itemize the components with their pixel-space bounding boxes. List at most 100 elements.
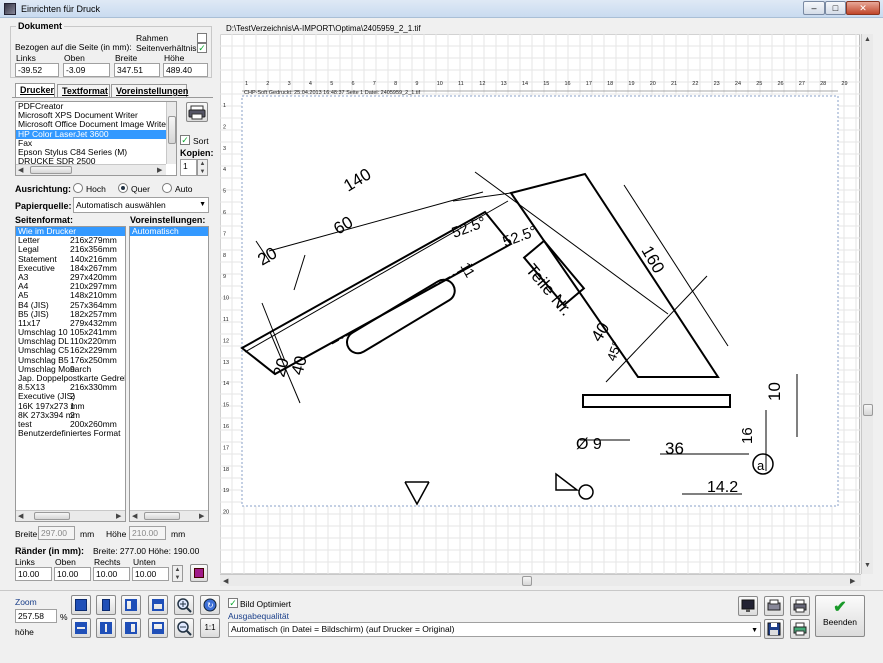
raender-spinner[interactable]: ▲ ▼	[172, 565, 183, 582]
fit-side-icon	[100, 622, 112, 634]
papierquelle-select[interactable]: Automatisch auswählen ▼	[73, 197, 209, 213]
radio-hoch[interactable]	[73, 183, 83, 193]
fit-width-button[interactable]	[96, 595, 116, 615]
format-name: Benutzerdefiniertes Format	[18, 428, 121, 439]
ausgabe-select[interactable]: Automatisch (in Datei = Bildschirm) (auf…	[228, 622, 761, 637]
zoom-out-button[interactable]	[174, 618, 194, 638]
fit-page-button[interactable]	[71, 595, 91, 615]
screen-button[interactable]	[738, 596, 758, 616]
page-breite-field[interactable]: 297.00	[38, 526, 75, 540]
fit-height-button[interactable]	[71, 618, 91, 638]
links-field[interactable]: -39.52	[15, 63, 59, 77]
rotate-button[interactable]: ↻	[200, 595, 220, 615]
save-button[interactable]	[764, 619, 784, 639]
kopien-spinner[interactable]: ▲ ▼	[197, 159, 208, 176]
scroll-left-icon[interactable]: ◀	[18, 166, 23, 174]
ruler-top-tick: 26	[778, 81, 784, 87]
breite-field[interactable]: 347.51	[114, 63, 160, 77]
preview-vscroll[interactable]: ▲ ▼	[861, 34, 873, 574]
tab-voreinstellungen[interactable]: Voreinstellungen	[111, 84, 188, 98]
ruler-left-tick: 14	[223, 381, 229, 387]
fit-left-button[interactable]	[121, 595, 141, 615]
ruler-top-tick: 19	[628, 81, 634, 87]
minimize-button[interactable]: –	[803, 1, 825, 15]
ruler-top-tick: 17	[586, 81, 592, 87]
zoom-field[interactable]: 257.58	[15, 609, 57, 623]
scan-button[interactable]	[764, 596, 784, 616]
preview-vthumb[interactable]	[863, 404, 873, 416]
hoehe-field[interactable]: 489.40	[163, 63, 208, 77]
fit-side-button[interactable]	[96, 618, 116, 638]
voreinstellungen-hthumb[interactable]	[144, 512, 180, 520]
oben-field[interactable]: -3.09	[63, 63, 110, 77]
scroll-left-icon[interactable]: ◀	[132, 512, 137, 520]
printer-list-hthumb[interactable]	[30, 166, 72, 174]
tab-drucker[interactable]: Drucker	[15, 83, 55, 98]
scroll-left-icon[interactable]: ◀	[18, 512, 23, 520]
voreinstellungen-list[interactable]: Automatisch	[129, 226, 209, 522]
scroll-right-icon[interactable]: ▶	[116, 512, 121, 520]
raender-unten-field[interactable]: 10.00	[132, 567, 169, 581]
spin-down-icon[interactable]: ▼	[198, 168, 207, 176]
printer-properties-button[interactable]	[186, 102, 208, 122]
scroll-down-icon[interactable]: ▼	[864, 562, 871, 569]
tab-divider	[12, 97, 213, 98]
preview-hthumb[interactable]	[522, 576, 532, 586]
raender-links-field[interactable]: 10.00	[15, 567, 52, 581]
fit-bottom-button[interactable]	[148, 618, 168, 638]
seitenformat-hthumb[interactable]	[34, 512, 70, 520]
kopien-label: Kopien:	[180, 148, 214, 158]
radio-auto[interactable]	[162, 183, 172, 193]
seitenformat-hscroll[interactable]: ◀ ▶	[16, 510, 125, 521]
page-breite-unit: mm	[80, 529, 95, 539]
scroll-right-icon[interactable]: ▶	[199, 512, 204, 520]
radio-quer[interactable]	[118, 183, 128, 193]
scroll-right-icon[interactable]: ▶	[157, 166, 162, 174]
rahmen-checkbox[interactable]	[197, 33, 207, 43]
preview-canvas[interactable]: 14060201152.5° 52.5°160Teile Nr.40204045°…	[220, 34, 860, 574]
spin-up-icon[interactable]: ▲	[198, 160, 207, 168]
ruler-top-tick: 9	[415, 81, 418, 87]
zoom-one-to-one-button[interactable]: 1:1	[200, 618, 220, 638]
scroll-right-icon[interactable]: ▶	[850, 577, 855, 585]
page-breite-label: Breite	[15, 529, 38, 539]
seitenverhaeltnis-checkbox[interactable]: ✓	[197, 43, 207, 53]
zoom-in-button[interactable]	[174, 595, 194, 615]
preview-header-line: CHP-Soft Gedruckt: 25.04.2013 16:48:37 S…	[244, 90, 421, 96]
scroll-up-icon[interactable]: ▲	[864, 36, 871, 43]
seitenformat-list[interactable]: Wie im Drucker Letter 216x279mm Legal 216x35…	[15, 226, 126, 522]
close-button[interactable]: ✕	[846, 1, 880, 15]
raender-oben-label: Oben	[55, 557, 76, 567]
raender-oben-field[interactable]: 10.00	[54, 567, 91, 581]
kopien-field[interactable]: 1	[180, 159, 197, 176]
printer-list-item[interactable]: HP Color LaserJet 3600	[16, 129, 176, 139]
sort-checkbox[interactable]: ✓	[180, 135, 190, 145]
tab-textformat[interactable]: Textformat	[57, 84, 110, 98]
margin-color-button[interactable]	[190, 564, 208, 582]
seitenformat-list-item[interactable]: Benutzerdefiniertes Format	[16, 429, 125, 438]
spin-down-icon[interactable]: ▼	[173, 574, 182, 582]
fit-top-button[interactable]	[148, 595, 168, 615]
bild-optimiert-label: Bild Optimiert	[240, 599, 292, 609]
page-hoehe-field[interactable]: 210.00	[129, 526, 166, 540]
window-title: Einrichten für Druck	[21, 4, 101, 14]
ruler-left-tick: 18	[223, 467, 229, 473]
ruler-top-tick: 12	[479, 81, 485, 87]
voreinstellungen-hscroll[interactable]: ◀ ▶	[130, 510, 208, 521]
print-setup-button[interactable]	[790, 596, 810, 616]
scroll-left-icon[interactable]: ◀	[223, 577, 228, 585]
spin-up-icon[interactable]: ▲	[173, 566, 182, 574]
printer-list-vscroll[interactable]	[166, 102, 176, 164]
print-button[interactable]	[790, 619, 810, 639]
ruler-left-tick: 11	[223, 317, 229, 323]
maximize-button[interactable]: □	[825, 1, 846, 15]
raender-rechts-field[interactable]: 10.00	[93, 567, 130, 581]
bild-optimiert-checkbox[interactable]: ✓	[228, 598, 238, 608]
oben-label: Oben	[64, 53, 85, 63]
voreinstellungen-list-item[interactable]: Automatisch	[130, 227, 208, 237]
printer-list-hscroll[interactable]: ◀ ▶	[16, 164, 166, 175]
preview-hscroll[interactable]: ◀ ▶	[220, 574, 861, 586]
fit-right-button[interactable]	[121, 618, 141, 638]
printer-list-vthumb[interactable]	[168, 116, 176, 144]
beenden-button[interactable]: ✔ Beenden	[815, 595, 865, 637]
